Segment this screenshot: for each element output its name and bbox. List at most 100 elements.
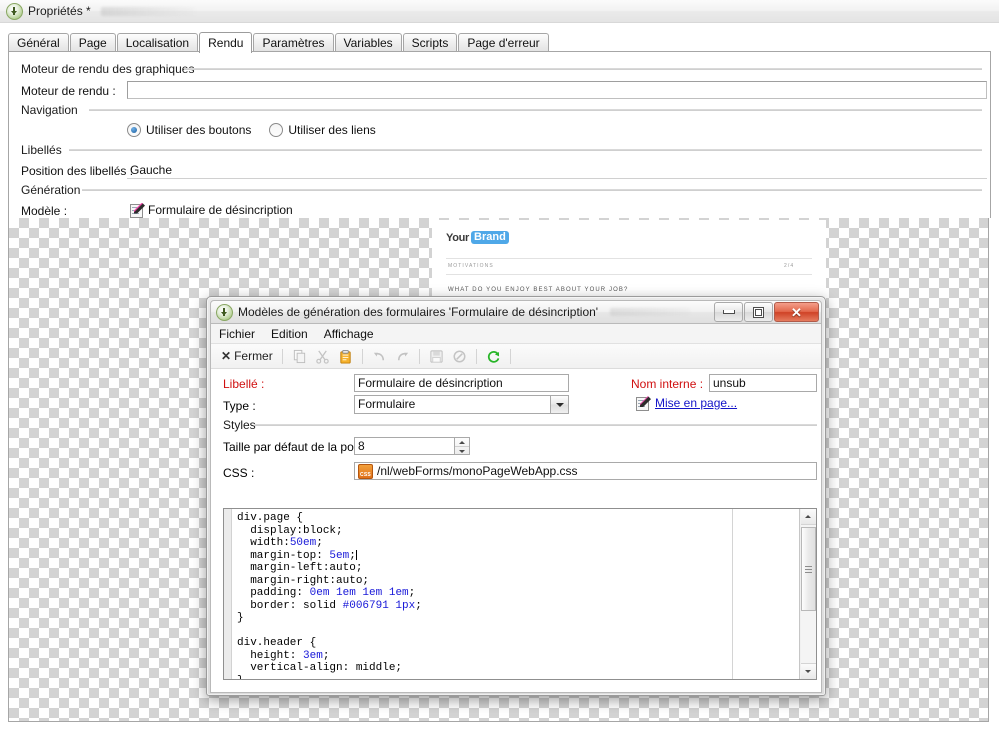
code-line: margin-top: 5em;: [237, 549, 357, 562]
preview-section-title: MOTIVATIONS: [448, 263, 494, 269]
group-rule-navigation: [89, 109, 982, 111]
css-path-input[interactable]: CSS /nl/webForms/monoPageWebApp.css: [354, 462, 817, 480]
editor-code[interactable]: div.page { display:block; width:50em; ma…: [232, 509, 732, 679]
type-select-arrow[interactable]: [550, 396, 568, 413]
copy-icon: [293, 349, 305, 363]
save-icon: [430, 349, 443, 363]
toolbar-separator-5: [509, 348, 511, 364]
preview-question: WHAT DO YOU ENJOY BEST ABOUT YOUR JOB?: [448, 287, 629, 293]
paste-button[interactable]: [334, 346, 357, 366]
scrollbar-track[interactable]: [800, 525, 816, 663]
radio-utiliser-des-boutons[interactable]: [127, 123, 141, 137]
code-line: margin-left:auto;: [237, 562, 363, 574]
code-line: div.page {: [237, 512, 304, 524]
css-code-editor[interactable]: div.page { display:block; width:50em; ma…: [223, 508, 817, 680]
menu-affichage[interactable]: Affichage: [324, 327, 374, 341]
chevron-down-icon: [555, 402, 564, 407]
maximize-button[interactable]: [744, 302, 773, 322]
code-value: 5em: [329, 549, 350, 562]
refresh-button[interactable]: [482, 346, 505, 366]
text-caret: [355, 549, 357, 560]
preview-rule-top: [446, 258, 812, 259]
scroll-up-button[interactable]: [800, 509, 816, 525]
dialog-title: Modèles de génération des formulaires 'F…: [238, 305, 599, 319]
menu-edition[interactable]: Edition: [271, 327, 308, 341]
navigation-radio-group: Utiliser des boutons Utiliser des liens: [127, 123, 394, 137]
template-value-row[interactable]: Formulaire de désincription: [127, 201, 987, 219]
font-size-input[interactable]: 8: [354, 437, 470, 455]
scroll-down-icon: [805, 670, 811, 673]
dialog-toolbar: ✕ Fermer: [211, 344, 821, 369]
tab-parametres[interactable]: Paramètres: [253, 33, 334, 52]
window-title: Propriétés *: [28, 4, 91, 18]
nom-interne-input[interactable]: unsub: [709, 374, 817, 392]
window-titlebar: Propriétés *: [0, 0, 999, 23]
tabstrip: Général Page Localisation Rendu Paramètr…: [8, 32, 991, 53]
fermer-button[interactable]: ✕ Fermer: [217, 346, 277, 366]
nom-interne-label: Nom interne :: [631, 377, 704, 391]
redo-button[interactable]: [391, 346, 414, 366]
group-label-generation: Génération: [21, 183, 86, 197]
tab-rendu[interactable]: Rendu: [199, 32, 253, 53]
tab-general[interactable]: Général: [8, 33, 69, 52]
render-engine-input[interactable]: [127, 81, 987, 99]
code-line: display:block;: [237, 524, 343, 537]
copy-button[interactable]: [288, 346, 311, 366]
group-label-navigation: Navigation: [21, 103, 83, 117]
tab-page-derreur[interactable]: Page d'erreur: [458, 33, 549, 52]
label-position-label: Position des libellés :: [21, 164, 134, 178]
mise-en-page-link-row[interactable]: Mise en page...: [636, 396, 737, 411]
menu-fichier[interactable]: Fichier: [219, 327, 255, 341]
template-editor-dialog: Modèles de génération des formulaires 'F…: [206, 296, 826, 696]
redo-icon: [397, 352, 408, 360]
minimize-button[interactable]: [714, 302, 743, 322]
dialog-app-icon: [216, 303, 233, 321]
code-line: padding: 0em 1em 1em 1em;: [237, 587, 416, 599]
libelle-input[interactable]: Formulaire de désincription: [354, 374, 569, 392]
window-title-secondary: [100, 6, 195, 16]
close-icon: ✕: [791, 304, 802, 320]
paste-icon: [340, 349, 351, 364]
toolbar-separator-2: [361, 348, 363, 364]
preview-brand-badge: Brand: [471, 231, 509, 244]
font-size-stepper[interactable]: [454, 437, 470, 455]
dialog-window-buttons: ✕: [713, 302, 819, 322]
cancel-button[interactable]: [448, 346, 471, 366]
code-line: height: 3em;: [237, 649, 330, 662]
group-label-libelles: Libellés: [21, 143, 67, 157]
dialog-menubar: Fichier Edition Affichage: [211, 324, 821, 344]
scroll-up-icon: [805, 515, 811, 518]
cancel-icon: [453, 350, 466, 362]
preview-brand-prefix: Your: [446, 231, 470, 244]
group-rule-graphics-engine: [184, 68, 982, 70]
close-button[interactable]: ✕: [774, 302, 819, 322]
radio-utiliser-des-liens[interactable]: [269, 123, 284, 137]
scrollbar-grip-icon: [804, 564, 812, 575]
font-size-stepper-up[interactable]: [455, 438, 469, 447]
code-value: 0em 1em 1em 1em: [309, 587, 409, 599]
code-line: margin-right:auto;: [237, 574, 370, 587]
font-size-stepper-down[interactable]: [455, 447, 469, 455]
tab-scripts[interactable]: Scripts: [402, 33, 458, 52]
tab-variables[interactable]: Variables: [334, 33, 402, 52]
label-position-value[interactable]: Gauche: [127, 161, 987, 179]
tab-page[interactable]: Page: [69, 33, 116, 52]
tab-localisation[interactable]: Localisation: [116, 33, 199, 52]
editor-vertical-scrollbar[interactable]: [799, 509, 816, 679]
scrollbar-thumb[interactable]: [800, 527, 816, 611]
form-preview: Your Brand MOTIVATIONS 2/4 WHAT DO YOU E…: [432, 220, 826, 308]
cut-button[interactable]: [311, 346, 334, 366]
code-line: div.header {: [237, 637, 317, 649]
code-value: 50em: [289, 537, 317, 549]
undo-button[interactable]: [368, 346, 391, 366]
mise-en-page-link[interactable]: Mise en page...: [655, 396, 737, 410]
group-rule-generation: [82, 189, 982, 191]
dialog-titlebar: Modèles de génération des formulaires 'F…: [210, 300, 822, 324]
scroll-down-button[interactable]: [800, 663, 816, 679]
radio-label-liens: Utiliser des liens: [288, 123, 376, 137]
app-icon: [6, 2, 23, 20]
save-button[interactable]: [425, 346, 448, 366]
type-select[interactable]: Formulaire: [354, 395, 569, 414]
undo-icon: [373, 352, 384, 360]
